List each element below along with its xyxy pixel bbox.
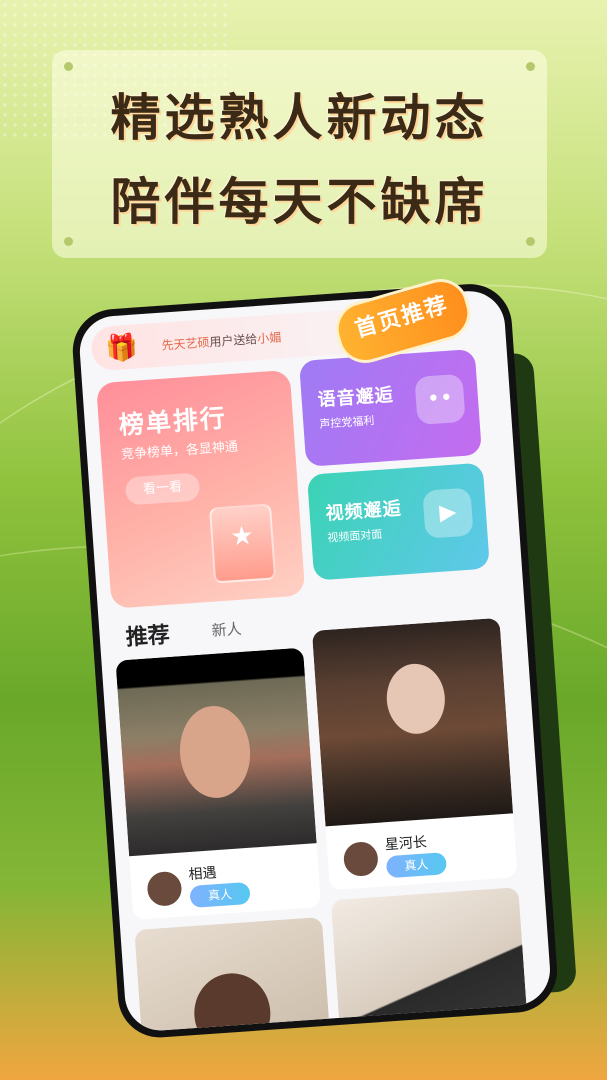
- avatar: [144, 868, 185, 910]
- phone-mockup: 🎁 先天艺硕用户送给小媚 榜单排行 竞争榜单，各显神通 看一看 ★ 语音邂逅 声…: [70, 281, 560, 1041]
- voice-subtitle: 声控党福利: [318, 414, 375, 431]
- rank-card[interactable]: 榜单排行 竞争榜单，各显神通 看一看 ★: [96, 369, 306, 609]
- gift-middle: 用户送给: [208, 332, 258, 350]
- voice-match-card[interactable]: 语音邂逅 声控党福利 ••: [298, 348, 482, 467]
- user-name: 相遇: [188, 865, 218, 884]
- headline-line-2: 陪伴每天不缺席: [110, 173, 489, 231]
- corner-dot: [526, 237, 535, 246]
- gift-text: 先天艺硕用户送给小媚: [161, 328, 282, 353]
- app-screen: 🎁 先天艺硕用户送给小媚 榜单排行 竞争榜单，各显神通 看一看 ★ 语音邂逅 声…: [77, 288, 553, 1033]
- headline-line-1: 精选熟人新动态: [110, 89, 489, 147]
- user-name: 星河长: [384, 834, 428, 854]
- feed-card[interactable]: 星河长 真人: [311, 617, 518, 891]
- user-photo: [330, 887, 528, 1033]
- video-title: 视频邂逅: [324, 498, 403, 525]
- feed-card[interactable]: 相遇 真人: [115, 647, 322, 921]
- gift-box-icon: 🎁: [104, 332, 140, 365]
- tv-play-icon: ▶: [422, 487, 474, 539]
- corner-dot: [526, 62, 535, 71]
- video-match-card[interactable]: 视频邂逅 视频面对面 ▶: [306, 462, 490, 581]
- gift-receiver: 小媚: [256, 330, 282, 346]
- star-icon: ★: [229, 520, 255, 553]
- voice-title: 语音邂逅: [317, 384, 395, 411]
- feed-card[interactable]: [134, 916, 332, 1033]
- video-subtitle: 视频面对面: [326, 527, 383, 545]
- look-button[interactable]: 看一看: [124, 472, 201, 506]
- corner-dot: [64, 237, 73, 246]
- verified-badge: 真人: [385, 852, 448, 879]
- feed-card[interactable]: [330, 887, 528, 1033]
- bookmark-star-icon: ★: [208, 503, 277, 584]
- chat-bubble-icon: ••: [414, 373, 466, 426]
- rank-title: 榜单排行: [118, 403, 228, 440]
- headline-card: 精选熟人新动态 陪伴每天不缺席: [52, 50, 547, 258]
- avatar: [340, 838, 382, 880]
- gift-sender: 先天艺硕: [161, 335, 210, 353]
- corner-dot: [64, 62, 73, 71]
- verified-badge: 真人: [189, 881, 251, 909]
- tab-recommend[interactable]: 推荐: [125, 617, 171, 652]
- tab-newcomers[interactable]: 新人: [211, 618, 242, 641]
